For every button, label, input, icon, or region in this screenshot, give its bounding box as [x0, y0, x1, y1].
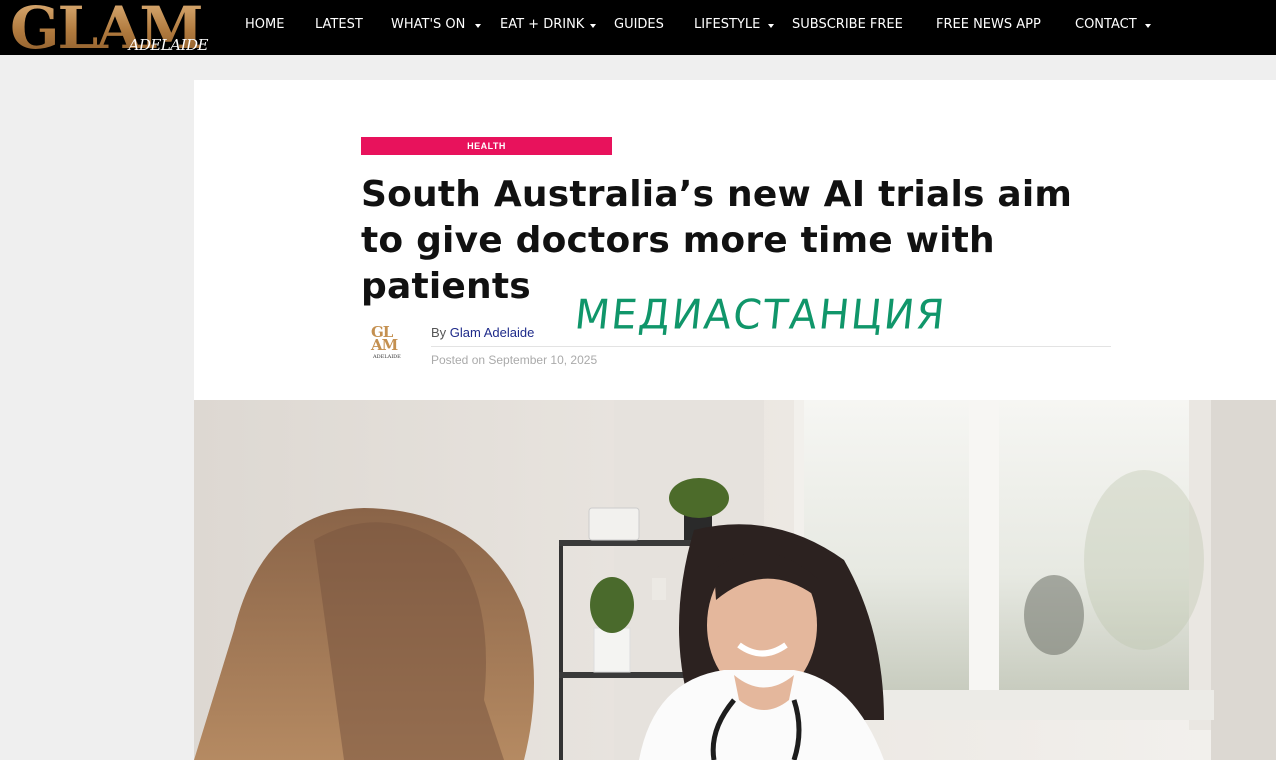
nav-lifestyle[interactable]: LIFESTYLE: [694, 17, 760, 32]
chevron-down-icon[interactable]: [475, 24, 481, 28]
chevron-down-icon[interactable]: [1145, 24, 1151, 28]
byline-divider: [431, 346, 1111, 347]
hero-photo-illustration: [194, 400, 1276, 760]
main-menu: HOME LATEST WHAT'S ON EAT + DRINK GUIDES…: [0, 0, 1276, 55]
article-title: South Australia’s new AI trials aim to g…: [361, 174, 1073, 307]
hero-image: [194, 400, 1276, 760]
nav-home[interactable]: HOME: [245, 17, 284, 32]
handwritten-watermark: МЕДИАСТАНЦИЯ: [572, 291, 949, 339]
byline-prefix: By: [431, 325, 447, 340]
nav-whats-on[interactable]: WHAT'S ON: [391, 17, 465, 32]
avatar-logo-bottom: AM: [371, 336, 398, 354]
chevron-down-icon[interactable]: [590, 24, 596, 28]
nav-latest[interactable]: LATEST: [315, 17, 363, 32]
nav-free-news-app[interactable]: FREE NEWS APP: [936, 17, 1041, 32]
byline: By Glam Adelaide: [431, 325, 534, 340]
author-avatar[interactable]: GL AM ADELAIDE: [370, 325, 402, 361]
nav-contact[interactable]: CONTACT: [1075, 17, 1137, 32]
chevron-down-icon[interactable]: [768, 24, 774, 28]
post-date: Posted on September 10, 2025: [431, 353, 598, 367]
nav-guides[interactable]: GUIDES: [614, 17, 664, 32]
category-badge[interactable]: HEALTH: [361, 137, 612, 155]
author-link[interactable]: Glam Adelaide: [450, 325, 535, 340]
top-navigation-bar: GLAM ADELAIDE HOME LATEST WHAT'S ON EAT …: [0, 0, 1276, 60]
nav-subscribe-free[interactable]: SUBSCRIBE FREE: [792, 17, 903, 32]
avatar-logo-sub: ADELAIDE: [373, 354, 401, 360]
nav-eat-drink[interactable]: EAT + DRINK: [500, 17, 584, 32]
